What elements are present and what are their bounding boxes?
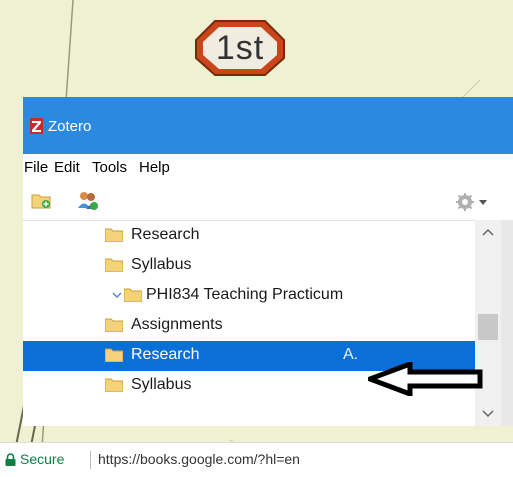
scroll-thumb[interactable] [478,314,498,340]
folder-icon [105,228,123,242]
new-group-icon[interactable] [76,190,100,212]
pointer-arrow-icon [368,362,483,396]
folder-icon [105,348,123,362]
tree-item-assignments[interactable]: Assignments [23,311,475,341]
menu-file[interactable]: File [24,159,48,176]
menu-bar: File Edit Tools Help [23,154,513,182]
scroll-down-icon[interactable] [475,400,501,426]
url-text[interactable]: https://books.google.com/?hl=en [98,451,300,467]
folder-icon [105,318,123,332]
pane-splitter[interactable] [501,220,513,426]
expand-chevron-icon[interactable] [111,289,123,301]
lock-icon [5,453,16,466]
tree-item-phi834[interactable]: PHI834 Teaching Practicum [23,281,475,311]
new-collection-icon[interactable] [31,192,53,210]
divider [90,451,91,469]
actions-gear-icon[interactable] [455,192,475,212]
tree-item-label: Syllabus [131,376,192,393]
folder-icon [105,258,123,272]
chevron-down-icon[interactable] [479,200,487,206]
zotero-logo-icon [30,118,43,134]
menu-help[interactable]: Help [139,159,170,176]
folder-icon [105,378,123,392]
tree-item-syllabus[interactable]: Syllabus [23,251,475,281]
scroll-up-icon[interactable] [475,220,501,246]
tree-item-label: Research [131,346,200,363]
toolbar [23,182,513,220]
tree-item-label: PHI834 Teaching Practicum [146,286,344,303]
app-title: Zotero [48,118,92,135]
browser-address-bar[interactable]: Secure https://books.google.com/?hl=en [0,442,513,477]
tree-item-label: Assignments [131,316,223,333]
annotation-marker: A. [343,346,359,363]
tree-item-label: Syllabus [131,256,192,273]
tree-item-label: Research [131,226,200,243]
menu-edit[interactable]: Edit [54,159,80,176]
tree-item-research[interactable]: Research [23,221,475,251]
menu-tools[interactable]: Tools [92,159,127,176]
folder-icon [124,288,142,302]
badge-label: 1st [215,28,265,67]
secure-label: Secure [20,451,65,467]
title-bar: Zotero [23,97,513,154]
